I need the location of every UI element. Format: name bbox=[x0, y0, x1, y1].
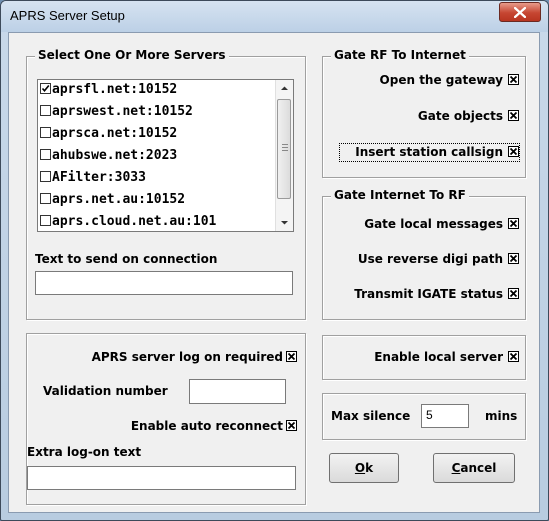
scroll-up-button[interactable] bbox=[276, 80, 293, 97]
servers-legend: Select One Or More Servers bbox=[35, 48, 229, 62]
server-item-label: aprs.cloud.net.au:101 bbox=[52, 214, 217, 229]
dialog-window: APRS Server Setup Select One Or More Ser… bbox=[0, 0, 549, 521]
local-server-group: Enable local server bbox=[322, 335, 526, 380]
server-item-5[interactable]: aprs.net.au:10152 bbox=[40, 192, 185, 212]
logon-required-label: APRS server log on required bbox=[91, 350, 283, 364]
server-item-checkbox[interactable] bbox=[40, 83, 51, 94]
max-silence-label: Max silence bbox=[331, 409, 411, 423]
window-title: APRS Server Setup bbox=[10, 8, 125, 23]
ok-button[interactable]: Ok bbox=[329, 453, 399, 483]
cancel-button[interactable]: Cancel bbox=[433, 453, 515, 483]
insert-callsign-checkbox[interactable] bbox=[508, 146, 519, 157]
gate-rf-legend: Gate RF To Internet bbox=[331, 48, 469, 62]
extra-logon-label: Extra log-on text bbox=[27, 445, 142, 459]
server-item-label: aprsfl.net:10152 bbox=[52, 82, 178, 97]
local-server-label: Enable local server bbox=[374, 350, 503, 364]
title-bar[interactable]: APRS Server Setup bbox=[1, 1, 548, 32]
insert-callsign-label: Insert station callsign bbox=[355, 145, 503, 159]
server-item-label: ahubswe.net:2023 bbox=[52, 148, 178, 163]
connect-text-input[interactable] bbox=[35, 271, 293, 295]
scroll-down-button[interactable] bbox=[276, 214, 293, 231]
server-item-1[interactable]: aprswest.net:10152 bbox=[40, 104, 193, 124]
validation-input[interactable] bbox=[189, 379, 286, 404]
dialog-client: Select One Or More Servers aprsfl.net:10… bbox=[8, 32, 540, 513]
checked-x-icon bbox=[287, 421, 296, 430]
validation-label: Validation number bbox=[43, 384, 168, 398]
close-icon bbox=[514, 7, 526, 18]
auto-reconnect-label: Enable auto reconnect bbox=[130, 419, 283, 433]
gate-inet-group: Gate Internet To RF Gate local messages … bbox=[322, 188, 526, 320]
gate-inet-legend: Gate Internet To RF bbox=[331, 188, 469, 202]
igate-status-checkbox[interactable] bbox=[508, 288, 519, 299]
ok-label: k bbox=[365, 461, 374, 475]
max-silence-unit: mins bbox=[485, 409, 518, 423]
checked-x-icon bbox=[509, 254, 518, 263]
server-item-checkbox[interactable] bbox=[40, 149, 51, 160]
scroll-thumb[interactable] bbox=[277, 99, 291, 199]
server-item-checkbox[interactable] bbox=[40, 105, 51, 116]
extra-logon-input[interactable] bbox=[27, 466, 296, 490]
logon-required-checkbox[interactable] bbox=[286, 351, 297, 362]
server-item-6[interactable]: aprs.cloud.net.au:101 bbox=[40, 214, 217, 231]
chevron-up-icon bbox=[281, 86, 288, 90]
server-item-checkbox[interactable] bbox=[40, 193, 51, 204]
gate-rf-group: Gate RF To Internet Open the gateway Gat… bbox=[322, 48, 526, 178]
connect-text-label: Text to send on connection bbox=[35, 252, 218, 266]
reverse-digi-label: Use reverse digi path bbox=[357, 252, 503, 266]
server-item-2[interactable]: aprsca.net:10152 bbox=[40, 126, 177, 146]
cancel-label: ancel bbox=[460, 461, 497, 475]
servers-group: Select One Or More Servers aprsfl.net:10… bbox=[26, 48, 306, 320]
server-list-scrollbar[interactable] bbox=[275, 80, 293, 231]
server-item-3[interactable]: ahubswe.net:2023 bbox=[40, 148, 177, 168]
server-item-0[interactable]: aprsfl.net:10152 bbox=[40, 82, 177, 102]
local-messages-checkbox[interactable] bbox=[508, 218, 519, 229]
gate-objects-label: Gate objects bbox=[417, 109, 503, 123]
checked-x-icon bbox=[509, 352, 518, 361]
server-item-4[interactable]: AFilter:3033 bbox=[40, 170, 146, 190]
checked-x-icon bbox=[509, 219, 518, 228]
server-item-label: aprs.net.au:10152 bbox=[52, 192, 186, 207]
checked-x-icon bbox=[509, 289, 518, 298]
server-item-label: AFilter:3033 bbox=[52, 170, 146, 185]
logon-group: APRS server log on required Validation n… bbox=[26, 333, 306, 505]
server-item-checkbox[interactable] bbox=[40, 171, 51, 182]
max-silence-input[interactable]: 5 bbox=[421, 404, 469, 428]
chevron-down-icon bbox=[281, 221, 288, 225]
checked-x-icon bbox=[509, 75, 518, 84]
local-messages-label: Gate local messages bbox=[364, 217, 503, 231]
open-gateway-label: Open the gateway bbox=[379, 73, 503, 87]
server-item-checkbox[interactable] bbox=[40, 127, 51, 138]
reverse-digi-checkbox[interactable] bbox=[508, 253, 519, 264]
local-server-checkbox[interactable] bbox=[508, 351, 519, 362]
server-item-checkbox[interactable] bbox=[40, 215, 51, 226]
auto-reconnect-checkbox[interactable] bbox=[286, 420, 297, 431]
checked-x-icon bbox=[509, 111, 518, 120]
max-silence-group: Max silence 5 mins bbox=[322, 393, 526, 440]
gate-objects-checkbox[interactable] bbox=[508, 110, 519, 121]
igate-status-label: Transmit IGATE status bbox=[354, 287, 503, 301]
server-item-label: aprswest.net:10152 bbox=[52, 104, 193, 119]
checkmark-icon bbox=[41, 84, 50, 93]
open-gateway-checkbox[interactable] bbox=[508, 74, 519, 85]
ok-mnemonic: O bbox=[354, 461, 366, 475]
checked-x-icon bbox=[509, 147, 518, 156]
server-item-label: aprsca.net:10152 bbox=[52, 126, 178, 141]
server-listbox[interactable]: aprsfl.net:10152 aprswest.net:10152 aprs… bbox=[37, 79, 294, 232]
close-button[interactable] bbox=[499, 2, 541, 22]
checked-x-icon bbox=[287, 352, 296, 361]
